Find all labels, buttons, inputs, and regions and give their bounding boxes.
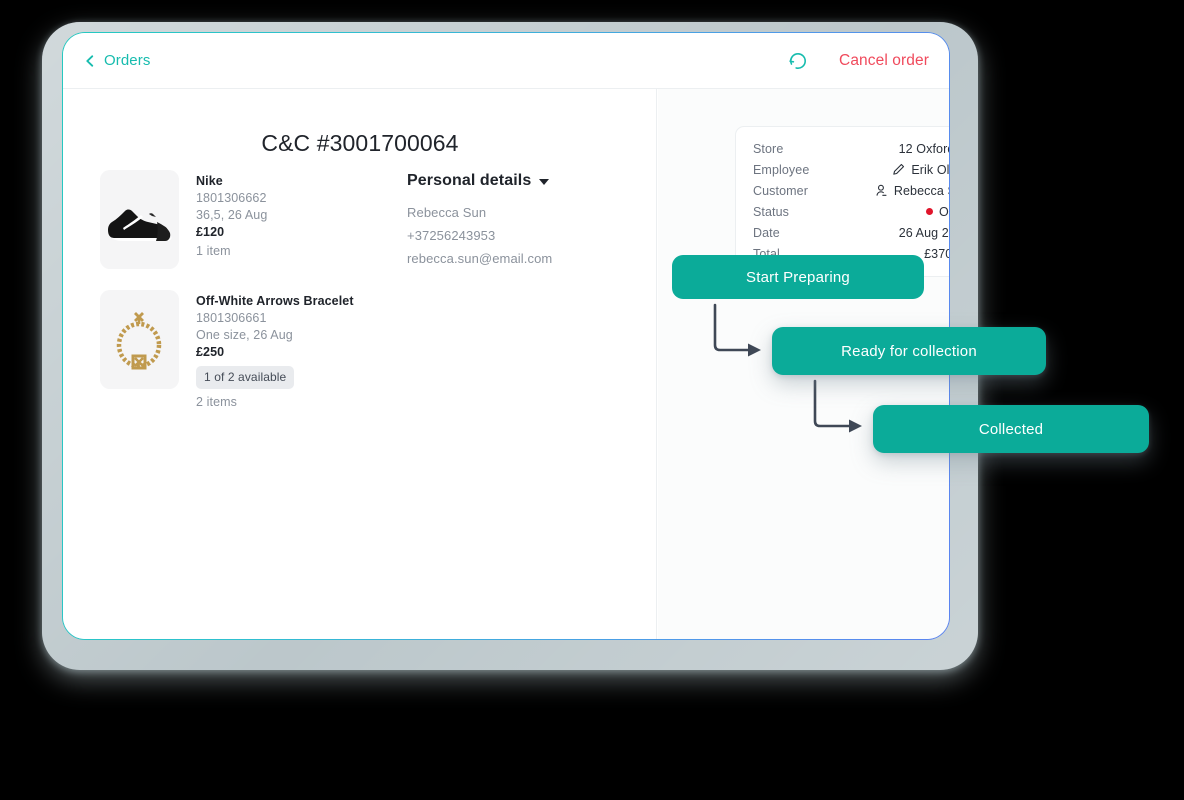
personal-details-toggle[interactable]: Personal details	[407, 172, 552, 190]
info-value: £370,00	[924, 246, 949, 261]
collected-button[interactable]: Collected	[873, 405, 1149, 453]
info-value-wrap: Rebecca Sun	[875, 184, 949, 198]
info-row-employee[interactable]: Employee Erik Olsen	[753, 159, 949, 180]
employee-name: Erik Olsen	[911, 162, 949, 177]
personal-details-section: Personal details Rebecca Sun +3725624395…	[407, 172, 552, 270]
info-row-status: Status Open	[753, 201, 949, 222]
sneaker-thumbnail	[100, 170, 179, 269]
pencil-icon[interactable]	[892, 163, 905, 176]
info-key: Status	[753, 204, 790, 219]
start-preparing-button[interactable]: Start Preparing	[672, 255, 924, 299]
personal-details-title: Personal details	[407, 172, 532, 189]
status-badge: Open	[926, 205, 949, 219]
product-size-date: 36,5, 26 Aug	[196, 208, 268, 222]
product-info: Nike 1801306662 36,5, 26 Aug £120 1 item	[196, 170, 267, 269]
app-header: Orders Cancel order	[63, 33, 949, 89]
info-key: Date	[753, 225, 780, 240]
product-name: Off-White Arrows Bracelet	[196, 294, 354, 308]
info-value-wrap: Erik Olsen	[892, 163, 949, 177]
product-size-date: One size, 26 Aug	[196, 328, 293, 342]
status-label: Open	[939, 204, 949, 219]
product-quantity: 2 items	[196, 395, 237, 409]
ready-for-collection-button[interactable]: Ready for collection	[772, 327, 1046, 375]
product-info: Off-White Arrows Bracelet 1801306661 One…	[196, 290, 354, 411]
screenshot-stage: Orders Cancel order C&C #3001700064 Nike…	[0, 0, 1184, 800]
product-quantity: 1 item	[196, 244, 231, 258]
bracelet-thumbnail	[100, 290, 179, 389]
rotate-ccw-icon[interactable]	[787, 50, 809, 72]
list-item[interactable]: Off-White Arrows Bracelet 1801306661 One…	[100, 290, 354, 411]
person-icon[interactable]	[875, 184, 888, 197]
availability-badge: 1 of 2 available	[196, 366, 295, 389]
header-actions: Cancel order	[787, 50, 929, 72]
info-key: Store	[753, 141, 784, 156]
info-row-store: Store 12 Oxford St	[753, 138, 949, 159]
order-details-pane: C&C #3001700064 Nike 1801306662 36,5, 26…	[63, 89, 657, 639]
list-item[interactable]: Nike 1801306662 36,5, 26 Aug £120 1 item	[100, 170, 267, 269]
customer-name-value: Rebecca Sun	[893, 183, 949, 198]
back-to-orders-label: Orders	[104, 52, 151, 69]
back-to-orders-button[interactable]: Orders	[84, 52, 150, 69]
customer-name: Rebecca Sun	[407, 205, 487, 220]
info-row-customer[interactable]: Customer Rebecca Sun	[753, 180, 949, 201]
product-price: £120	[196, 225, 225, 239]
page-title: C&C #3001700064	[261, 130, 459, 156]
info-value: 26 Aug 2024	[898, 225, 949, 240]
cancel-order-button[interactable]: Cancel order	[839, 52, 929, 70]
product-name: Nike	[196, 174, 223, 188]
info-row-date: Date 26 Aug 2024	[753, 222, 949, 243]
caret-down-icon	[539, 179, 550, 185]
customer-phone: +37256243953	[407, 228, 496, 243]
personal-details-body: Rebecca Sun +37256243953 rebecca.sun@ema…	[407, 201, 552, 270]
info-key: Customer	[753, 183, 808, 198]
product-sku: 1801306661	[196, 311, 267, 325]
customer-email: rebecca.sun@email.com	[407, 251, 553, 266]
info-key: Employee	[753, 162, 810, 177]
info-value: 12 Oxford St	[898, 141, 949, 156]
chevron-left-icon	[84, 54, 96, 67]
product-price: £250	[196, 345, 225, 359]
product-sku: 1801306662	[196, 191, 267, 205]
status-dot-icon	[926, 208, 934, 215]
